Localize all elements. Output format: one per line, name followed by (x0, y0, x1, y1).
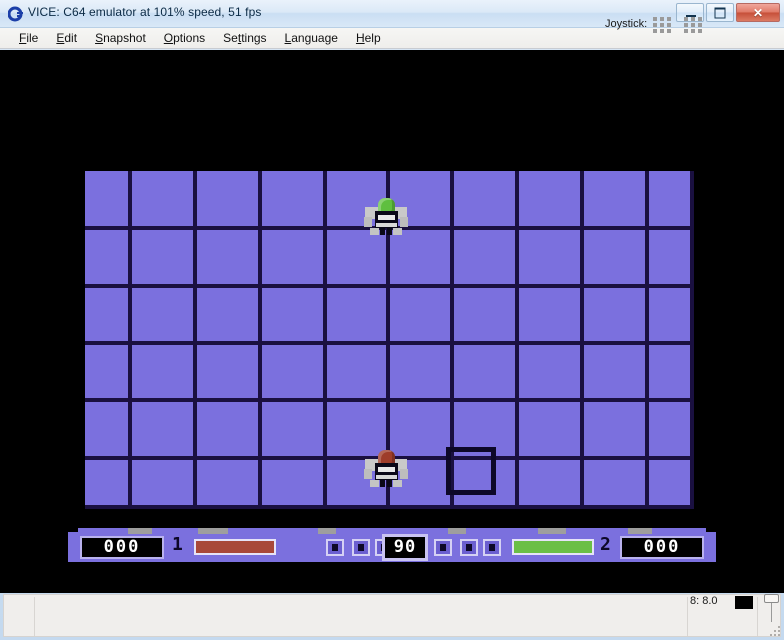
menu-label-settings-rest: tings (241, 31, 267, 45)
player-2-score-value: 000 (643, 537, 681, 557)
vice-app-icon (8, 6, 23, 22)
robot-arm-left (364, 469, 372, 479)
hud-icon-slot (434, 539, 452, 556)
robot-chest (378, 467, 395, 472)
resize-grip[interactable] (770, 626, 782, 638)
hud-decoration (448, 528, 466, 534)
status-separator (757, 597, 758, 636)
menu-item-options[interactable]: Options (155, 29, 214, 47)
window-title: VICE: C64 emulator at 101% speed, 51 fps (28, 5, 262, 19)
joystick-port-2-indicator[interactable] (684, 17, 705, 34)
hud-icon-glyph (332, 544, 338, 551)
maximize-icon (714, 7, 726, 18)
vice-emulator-window: VICE: C64 emulator at 101% speed, 51 fps… (0, 0, 784, 640)
hud-decoration (128, 528, 152, 534)
tape-head-shape (764, 594, 779, 603)
robot-arm-right (400, 469, 408, 479)
hud-icon-glyph (358, 544, 364, 551)
close-icon: ✕ (752, 5, 764, 20)
robot-leg-left (380, 479, 385, 487)
robot-leg-left (380, 227, 385, 235)
player-1-score-box: 000 (80, 536, 164, 559)
hud-icon-glyph (440, 544, 446, 551)
player-2-score-box: 000 (620, 536, 704, 559)
player-1-energy-bar (194, 539, 276, 555)
status-bar (3, 594, 781, 637)
robot-foot-right (393, 480, 402, 487)
hud-decoration (318, 528, 336, 534)
menu-label-help-rest: elp (364, 31, 381, 45)
gridline-horizontal (85, 505, 694, 509)
robot-foot-right (393, 228, 402, 235)
game-playfield (85, 171, 694, 509)
drive-led-indicator (735, 596, 753, 609)
hud-icon-slot (326, 539, 344, 556)
player-1-robot-sprite (362, 198, 410, 240)
menu-label-edit-rest: dit (64, 31, 78, 45)
menu-label-settings-pre: Se (223, 31, 238, 45)
player-2-robot-sprite (362, 450, 410, 492)
menu-item-settings[interactable]: Settings (214, 29, 275, 47)
robot-leg-right (387, 227, 392, 235)
menu-item-language[interactable]: Language (276, 29, 347, 47)
menu-item-help[interactable]: Help (347, 29, 390, 47)
menu-label-language-rest: anguage (291, 31, 338, 45)
robot-foot-left (370, 480, 379, 487)
hud-decoration (628, 528, 652, 534)
gridline-horizontal (85, 341, 694, 345)
round-timer-box: 90 (382, 534, 428, 561)
status-separator (34, 597, 35, 636)
hud-icon-slot (483, 539, 501, 556)
joystick-port-1-indicator[interactable] (653, 17, 674, 34)
maximize-button[interactable] (706, 3, 734, 22)
robot-foot-left (370, 228, 379, 235)
player-1-score-value: 000 (103, 537, 141, 557)
tape-stem-shape (771, 603, 772, 622)
player-1-number: 1 (172, 534, 183, 555)
menu-item-snapshot[interactable]: Snapshot (86, 29, 155, 47)
gridline-horizontal (85, 398, 694, 402)
robot-leg-right (387, 479, 392, 487)
menu-item-edit[interactable]: Edit (47, 29, 86, 47)
robot-chest (378, 215, 395, 220)
hud-decoration (198, 528, 228, 534)
robot-arm-right (400, 217, 408, 227)
close-button[interactable]: ✕ (736, 3, 780, 22)
status-separator (687, 597, 688, 636)
menu-label-snapshot-rest: napshot (103, 31, 146, 45)
tape-counter-icon[interactable] (764, 594, 780, 624)
joystick-label: Joystick: (605, 18, 648, 30)
player-2-energy-bar (512, 539, 594, 555)
drive-status-text[interactable]: 8: 8.0 (690, 595, 718, 607)
menu-label-options-rest: ptions (173, 31, 206, 45)
hud-icon-glyph (489, 544, 495, 551)
game-hud: 000 1 90 2 000 (68, 528, 716, 566)
hud-icon-glyph (466, 544, 472, 551)
hollow-square-block (446, 447, 496, 495)
emulator-canvas[interactable]: 000 1 90 2 000 (0, 50, 784, 593)
hud-decoration (538, 528, 566, 534)
hud-icon-slot (352, 539, 370, 556)
menu-item-file[interactable]: File (10, 29, 47, 47)
round-timer-value: 90 (393, 537, 417, 557)
menu-label-file-rest: ile (26, 31, 39, 45)
gridline-horizontal (85, 284, 694, 288)
robot-arm-left (364, 217, 372, 227)
player-2-number: 2 (600, 534, 611, 555)
hud-icon-slot (460, 539, 478, 556)
